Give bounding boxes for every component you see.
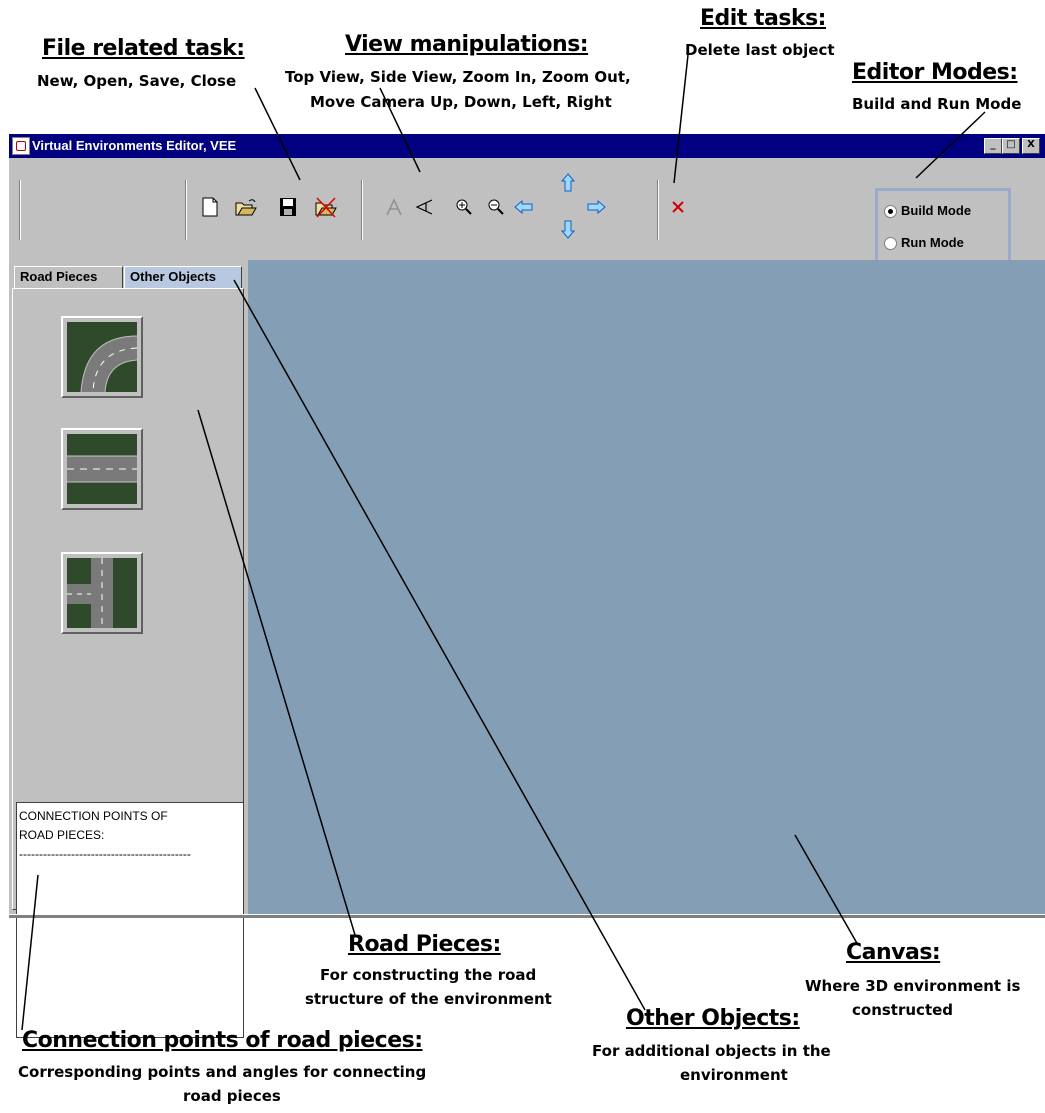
conn-annotation-title: Connection points of road pieces:: [22, 1028, 423, 1053]
delete-x-icon[interactable]: [667, 196, 689, 218]
top-view-icon[interactable]: [383, 196, 405, 218]
road-annotation-text-1: For constructing the road: [320, 966, 537, 984]
t-junction-road-icon: [67, 558, 137, 628]
connection-points-line-2: ROAD PIECES:: [19, 828, 105, 842]
app-icon: [12, 137, 30, 155]
modes-annotation-title: Editor Modes:: [852, 60, 1018, 85]
zoom-out-icon[interactable]: [485, 196, 507, 218]
connection-points-line-3: ----------------------------------------…: [19, 847, 191, 861]
arrow-right-icon[interactable]: [585, 196, 607, 218]
window-bottom-edge: [9, 914, 1045, 918]
tab-other-objects[interactable]: Other Objects: [124, 266, 242, 288]
t-junction-road-piece-button[interactable]: [61, 552, 143, 634]
arrow-up-icon[interactable]: [557, 172, 579, 194]
build-mode-label: Build Mode: [901, 203, 972, 218]
save-disk-icon[interactable]: [277, 196, 299, 218]
3d-canvas[interactable]: [248, 260, 1045, 914]
canvas-annotation-title: Canvas:: [846, 940, 941, 965]
new-file-icon[interactable]: [199, 196, 221, 218]
straight-road-icon: [67, 434, 137, 504]
toolbar: Build Mode Run Mode: [9, 158, 1045, 268]
view-annotation-text-1: Top View, Side View, Zoom In, Zoom Out,: [285, 68, 631, 86]
run-mode-label: Run Mode: [901, 235, 964, 250]
zoom-in-icon[interactable]: [453, 196, 475, 218]
view-annotation-title: View manipulations:: [345, 32, 589, 57]
close-button[interactable]: X: [1022, 138, 1040, 154]
straight-road-piece-button[interactable]: [61, 428, 143, 510]
modes-annotation-text: Build and Run Mode: [852, 95, 1022, 113]
arrow-left-icon[interactable]: [513, 196, 535, 218]
arrow-down-icon[interactable]: [557, 218, 579, 240]
curved-road-piece-button[interactable]: [61, 316, 143, 398]
other-annotation-title: Other Objects:: [626, 1006, 800, 1031]
canvas-annotation-text-1: Where 3D environment is: [805, 977, 1021, 995]
file-annotation-title: File related task:: [42, 36, 245, 61]
toolbar-separator: [185, 180, 187, 240]
road-annotation-title: Road Pieces:: [348, 932, 501, 957]
toolbar-separator: [361, 180, 363, 240]
road-annotation-text-2: structure of the environment: [305, 990, 552, 1008]
canvas-annotation-text-2: constructed: [852, 1001, 954, 1019]
connection-points-line-1: CONNECTION POINTS OF: [19, 809, 168, 823]
edit-annotation-title: Edit tasks:: [700, 6, 826, 31]
view-annotation-text-2: Move Camera Up, Down, Left, Right: [310, 93, 612, 111]
connection-points-box[interactable]: CONNECTION POINTS OF ROAD PIECES: ------…: [16, 802, 244, 1038]
maximize-button[interactable]: □: [1002, 138, 1020, 154]
minimize-button[interactable]: _: [984, 138, 1002, 154]
other-annotation-text-2: environment: [680, 1066, 788, 1084]
title-bar[interactable]: Virtual Environments Editor, VEE _ □ X: [9, 134, 1045, 158]
other-annotation-text-1: For additional objects in the: [592, 1042, 831, 1060]
radio-unselected[interactable]: [884, 237, 897, 250]
tab-road-pieces[interactable]: Road Pieces: [14, 266, 123, 288]
toolbar-separator: [657, 180, 659, 240]
side-view-icon[interactable]: [413, 196, 435, 218]
editor-modes-group: Build Mode Run Mode: [875, 188, 1011, 268]
radio-selected[interactable]: [884, 205, 897, 218]
side-panel: Road Pieces Other Objects CONNECTION POI…: [9, 260, 247, 1038]
open-folder-icon[interactable]: [235, 196, 257, 218]
conn-annotation-text-2: road pieces: [183, 1087, 281, 1105]
curved-road-icon: [67, 322, 137, 392]
window-title: Virtual Environments Editor, VEE: [32, 138, 237, 153]
close-folder-icon[interactable]: [315, 196, 337, 218]
app-window: Virtual Environments Editor, VEE _ □ X B…: [8, 133, 1045, 1038]
toolbar-separator: [19, 180, 21, 240]
file-annotation-text: New, Open, Save, Close: [37, 72, 237, 90]
edit-annotation-text: Delete last object: [685, 41, 835, 59]
conn-annotation-text-1: Corresponding points and angles for conn…: [18, 1063, 427, 1081]
